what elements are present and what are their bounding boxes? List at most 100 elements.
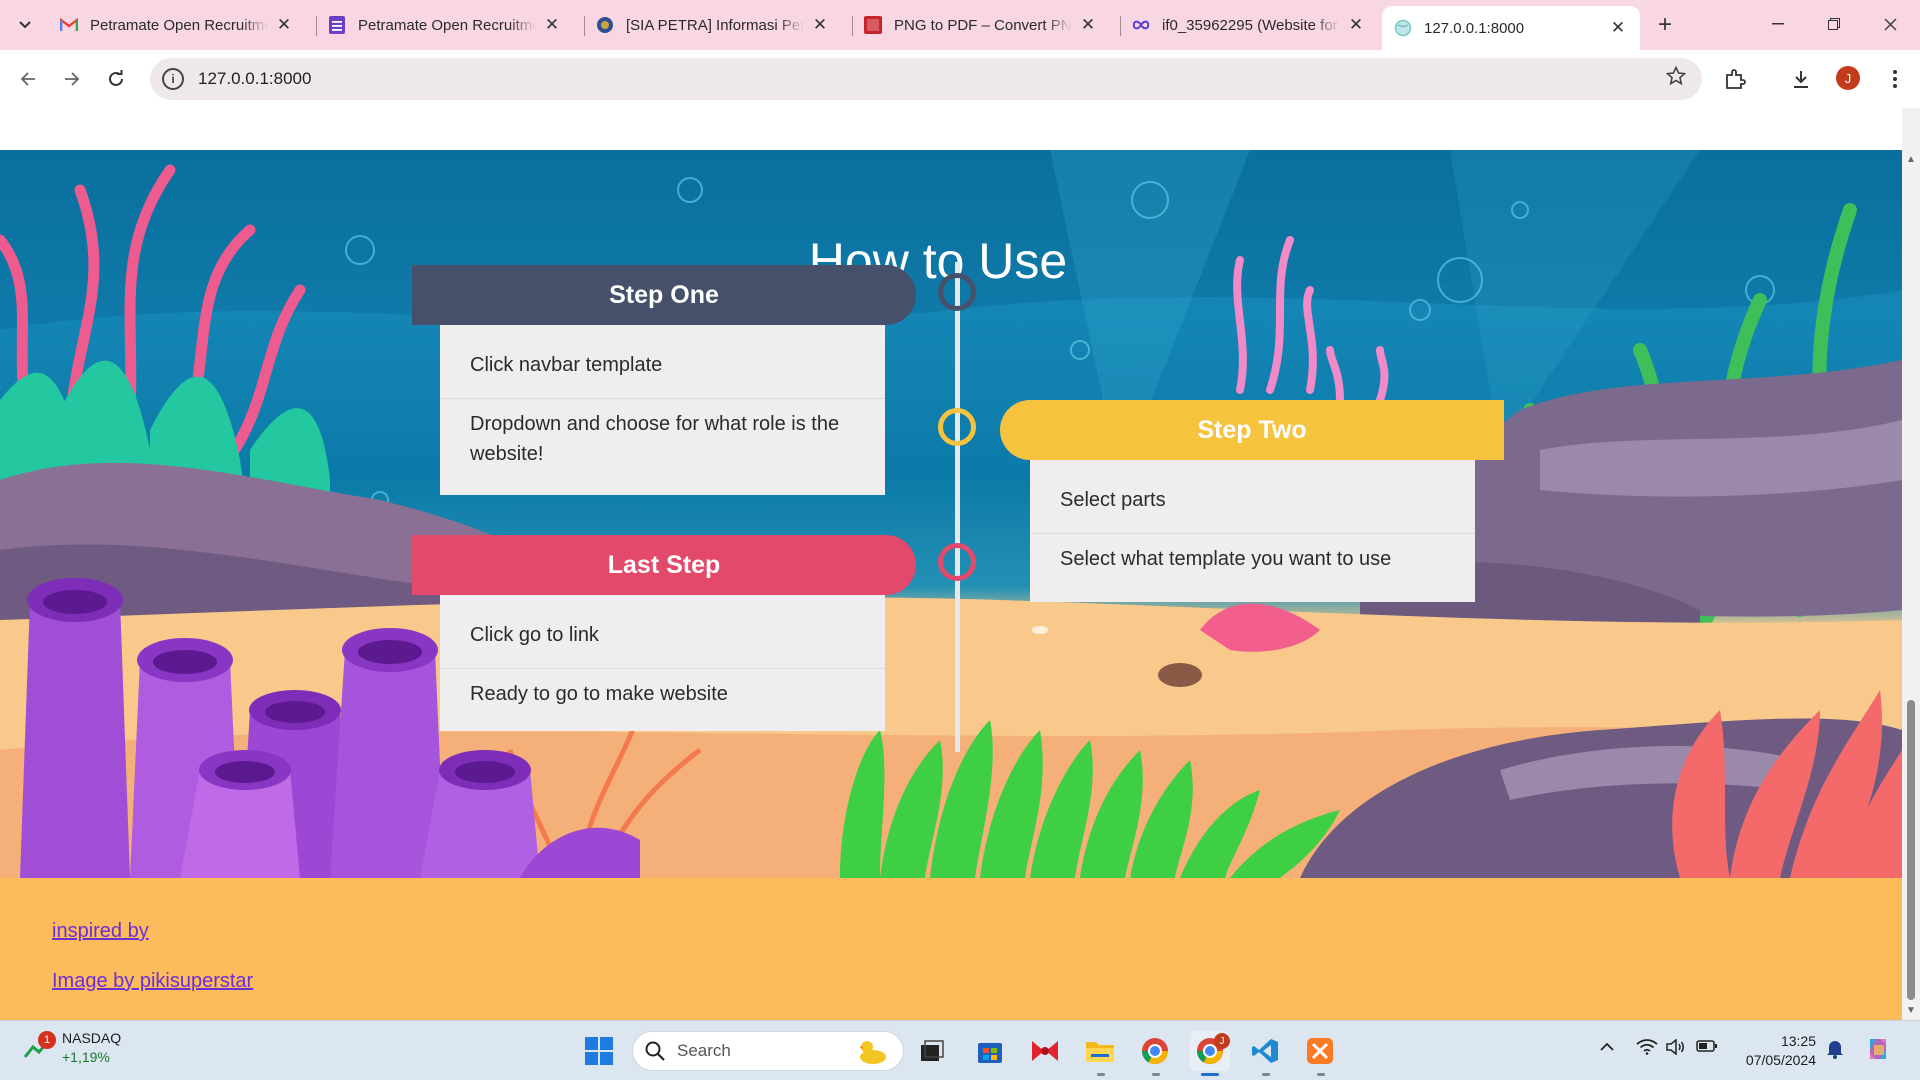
volume-button[interactable]	[1666, 1038, 1686, 1060]
taskbar-search[interactable]: Search	[632, 1031, 904, 1071]
gmail-icon	[60, 16, 78, 34]
close-tab-icon[interactable]: ✕	[274, 15, 294, 35]
minimize-icon	[1772, 23, 1784, 25]
download-icon	[1794, 71, 1808, 88]
browser-tab-2[interactable]: Petramate Open Recruitment ✕	[316, 8, 574, 42]
kebab-menu-icon	[1893, 70, 1897, 88]
tab-title: Petramate Open Recruitment	[358, 16, 536, 34]
battery-icon	[1696, 1040, 1717, 1052]
close-window-button[interactable]	[1862, 0, 1918, 48]
infinity-icon	[1132, 16, 1150, 34]
site-info-icon[interactable]: i	[162, 68, 184, 90]
page-viewport: How to Use Step One Click navbar templat…	[0, 108, 1902, 1020]
xampp-button[interactable]	[1300, 1031, 1340, 1071]
step-two-item-1: Select parts	[1030, 460, 1475, 534]
folder-icon	[1086, 1042, 1114, 1062]
tab-search-button[interactable]	[10, 10, 40, 40]
browser-tab-active[interactable]: 127.0.0.1:8000 ✕	[1382, 6, 1640, 50]
wifi-icon	[1636, 1039, 1658, 1055]
minimize-button[interactable]	[1750, 0, 1806, 48]
start-button[interactable]	[579, 1031, 619, 1071]
image-credit-link[interactable]: Image by pikisuperstar	[52, 970, 253, 993]
browser-tab-5[interactable]: if0_35962295 (Website for ✕	[1120, 8, 1378, 42]
vscode-button[interactable]	[1245, 1031, 1285, 1071]
browser-tab-4[interactable]: PNG to PDF – Convert PNG ✕	[852, 8, 1110, 42]
step-two-marker	[938, 408, 976, 446]
restore-button[interactable]	[1806, 0, 1862, 48]
chrome-profile-1-button[interactable]	[1135, 1031, 1175, 1071]
battery-button[interactable]	[1696, 1039, 1718, 1058]
sia-petra-icon	[596, 16, 614, 34]
duck-highlight-icon	[855, 1038, 889, 1071]
last-step-card: Click go to link Ready to go to make web…	[440, 595, 885, 731]
scroll-down-icon[interactable]: ▼	[1906, 1005, 1916, 1016]
microsoft-store-button[interactable]	[970, 1031, 1010, 1071]
chevron-up-icon	[1600, 1042, 1614, 1051]
running-indicator-active	[1201, 1073, 1219, 1076]
globe-icon	[1394, 19, 1412, 37]
forward-button[interactable]	[56, 63, 88, 95]
windows-logo-icon	[585, 1037, 613, 1065]
new-tab-button[interactable]: +	[1650, 10, 1680, 40]
puzzle-icon	[1726, 69, 1746, 89]
clock-date: 07/05/2024	[1745, 1052, 1816, 1068]
browser-tab-1[interactable]: Petramate Open Recruitment ✕	[48, 8, 306, 42]
step-one-item-1: Click navbar template	[440, 325, 885, 399]
stock-change: +1,19%	[62, 1049, 110, 1065]
system-clock[interactable]: 13:25 07/05/2024	[1736, 1032, 1816, 1070]
close-tab-icon[interactable]: ✕	[1346, 15, 1366, 35]
downloads-button[interactable]	[1786, 64, 1816, 94]
stock-name: NASDAQ	[62, 1030, 122, 1046]
profile-avatar[interactable]: J	[1836, 66, 1860, 90]
inspired-by-link[interactable]: inspired by	[52, 920, 149, 943]
bookmark-star-icon[interactable]	[1665, 65, 1687, 92]
tab-title: [SIA PETRA] Informasi Perc	[626, 16, 804, 34]
windows-taskbar: 1 NASDAQ +1,19% Search J 13:25 07/05/202…	[0, 1020, 1920, 1080]
copilot-button[interactable]	[1864, 1035, 1892, 1068]
last-step-item-1: Click go to link	[440, 595, 885, 669]
reload-button[interactable]	[100, 63, 132, 95]
png-pdf-icon	[864, 16, 882, 34]
tab-title: PNG to PDF – Convert PNG	[894, 16, 1072, 34]
show-hidden-icons-button[interactable]	[1600, 1039, 1614, 1057]
step-two-card: Select parts Select what template you wa…	[1030, 460, 1475, 602]
scroll-up-icon[interactable]: ▲	[1906, 154, 1916, 165]
last-step-item-2: Ready to go to make website	[470, 683, 728, 705]
close-tab-icon[interactable]: ✕	[1078, 15, 1098, 35]
scrollbar-thumb[interactable]	[1907, 700, 1915, 1000]
running-indicator	[1317, 1073, 1325, 1076]
back-button[interactable]	[12, 63, 44, 95]
close-tab-icon[interactable]: ✕	[810, 15, 830, 35]
last-step-title: Last Step	[607, 550, 721, 579]
wifi-button[interactable]	[1636, 1039, 1658, 1060]
notifications-button[interactable]	[1826, 1039, 1844, 1064]
xmind-icon	[1032, 1041, 1058, 1061]
task-view-button[interactable]	[912, 1031, 952, 1071]
xampp-icon	[1307, 1038, 1333, 1064]
page-scrollbar[interactable]: ▲ ▼	[1902, 108, 1920, 1020]
close-tab-icon[interactable]: ✕	[1608, 18, 1628, 38]
chrome-icon	[1141, 1038, 1169, 1065]
chevron-down-icon	[19, 21, 31, 29]
copilot-icon	[1870, 1039, 1886, 1059]
forms-icon	[328, 16, 346, 34]
close-tab-icon[interactable]: ✕	[542, 15, 562, 35]
step-two-header: Step Two	[1000, 400, 1504, 460]
timeline-line	[955, 262, 960, 752]
address-url[interactable]: 127.0.0.1:8000	[198, 69, 311, 89]
running-indicator	[1097, 1073, 1105, 1076]
search-placeholder: Search	[677, 1041, 731, 1060]
extensions-button[interactable]	[1720, 64, 1750, 94]
ocean-background: How to Use Step One Click navbar templat…	[0, 150, 1902, 878]
stock-widget[interactable]: 1 NASDAQ +1,19%	[23, 1029, 122, 1067]
notification-badge: 1	[38, 1031, 56, 1049]
reload-icon	[109, 70, 123, 86]
browser-tab-3[interactable]: [SIA PETRA] Informasi Perc ✕	[584, 8, 842, 42]
browser-menu-button[interactable]	[1880, 64, 1910, 94]
xmind-app-button[interactable]	[1025, 1031, 1065, 1071]
restore-icon	[1828, 18, 1840, 30]
clock-time: 13:25	[1780, 1033, 1816, 1049]
file-explorer-button[interactable]	[1080, 1031, 1120, 1071]
chrome-profile-2-button[interactable]: J	[1190, 1031, 1230, 1071]
address-bar[interactable]: i 127.0.0.1:8000	[150, 58, 1702, 100]
